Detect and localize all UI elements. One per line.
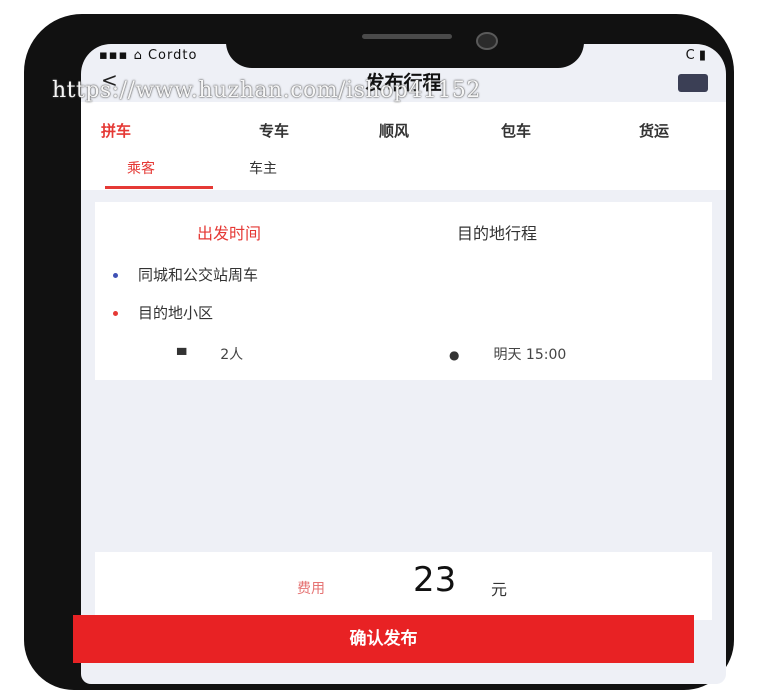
confirm-publish-button[interactable]: 确认发布 <box>73 615 694 663</box>
fee-label: 费用 <box>297 581 325 597</box>
fee-unit: 元 <box>491 580 508 599</box>
to-row[interactable]: 目的地小区 <box>113 302 213 323</box>
time-meta[interactable]: ● 明天 15:00 <box>449 344 566 364</box>
seats-meta[interactable]: ▀ 2人 <box>177 344 243 364</box>
watermark-text: https://www.huzhan.com/ishop41152 <box>52 78 481 103</box>
route-card: 出发时间 目的地行程 同城和公交站周车 目的地小区 ▀ 2人 ● 明天 15:00 <box>95 202 712 380</box>
speaker-grille <box>362 34 452 39</box>
tab-private-car[interactable]: 专车 <box>259 120 289 141</box>
origin-dot-icon <box>113 273 118 278</box>
phone-frame: ▪▪▪ ⌂ Cordto C ▮ < 发布行程 拼车 专车 顺风 包车 货运 乘… <box>24 14 734 690</box>
category-tabs: 拼车 专车 顺风 包车 货运 乘客 车主 <box>81 102 726 190</box>
tab-freight[interactable]: 货运 <box>639 120 669 141</box>
destination-dot-icon <box>113 311 118 316</box>
clock-icon: ● <box>449 348 460 362</box>
status-bar-right: C ▮ <box>685 48 706 63</box>
status-bar-left: ▪▪▪ ⌂ Cordto <box>99 48 198 63</box>
fee-value: 23 <box>413 560 457 600</box>
origin-text: 同城和公交站周车 <box>138 266 259 284</box>
from-row[interactable]: 同城和公交站周车 <box>113 264 258 285</box>
seats-text: 2人 <box>220 347 244 363</box>
destination-text: 目的地小区 <box>138 304 214 322</box>
fee-area: 费用 23 元 <box>95 552 712 620</box>
front-camera-icon <box>476 32 498 50</box>
active-tab-indicator <box>105 186 213 189</box>
tab-ride-share[interactable]: 顺风 <box>379 120 409 141</box>
phone-notch <box>226 28 584 68</box>
time-text: 明天 15:00 <box>493 347 567 363</box>
route-start-label[interactable]: 出发时间 <box>197 220 261 244</box>
tab-driver[interactable]: 车主 <box>249 158 277 178</box>
tab-carpool[interactable]: 拼车 <box>101 120 131 141</box>
message-icon[interactable] <box>678 74 708 92</box>
app-screen: ▪▪▪ ⌂ Cordto C ▮ < 发布行程 拼车 专车 顺风 包车 货运 乘… <box>81 44 726 684</box>
seat-icon: ▀ <box>177 348 187 362</box>
route-end-label[interactable]: 目的地行程 <box>457 220 537 244</box>
tab-charter[interactable]: 包车 <box>501 120 531 141</box>
tab-passenger[interactable]: 乘客 <box>127 158 155 178</box>
stage: ▪▪▪ ⌂ Cordto C ▮ < 发布行程 拼车 专车 顺风 包车 货运 乘… <box>0 0 760 700</box>
